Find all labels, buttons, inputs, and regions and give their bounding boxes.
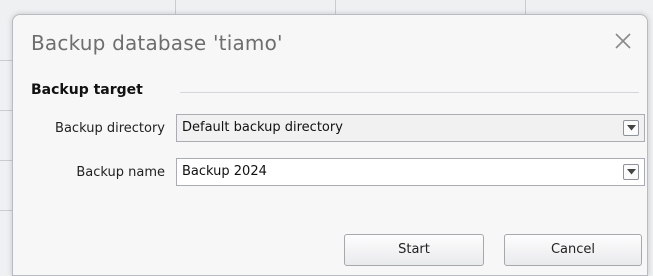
chevron-down-icon[interactable] — [623, 120, 639, 136]
grid-line — [335, 0, 336, 14]
close-icon[interactable] — [611, 29, 635, 53]
backup-directory-select[interactable]: Default backup directory — [176, 114, 645, 142]
grid-line — [175, 0, 176, 14]
grid-line — [525, 0, 526, 14]
group-divider — [180, 92, 639, 93]
backup-directory-value: Default backup directory — [182, 120, 343, 135]
start-button[interactable]: Start — [344, 234, 484, 266]
backup-dialog: Backup database 'tiamo' Backup target Ba… — [12, 14, 648, 276]
dialog-title: Backup database 'tiamo' — [31, 31, 283, 55]
cancel-button[interactable]: Cancel — [504, 234, 642, 266]
backup-directory-label: Backup directory — [55, 121, 165, 136]
chevron-down-icon[interactable] — [623, 164, 639, 180]
backup-name-input[interactable]: Backup 2024 — [176, 158, 645, 186]
backup-target-label: Backup target — [31, 82, 143, 98]
backup-name-label: Backup name — [76, 165, 165, 180]
backup-name-value: Backup 2024 — [182, 164, 267, 179]
